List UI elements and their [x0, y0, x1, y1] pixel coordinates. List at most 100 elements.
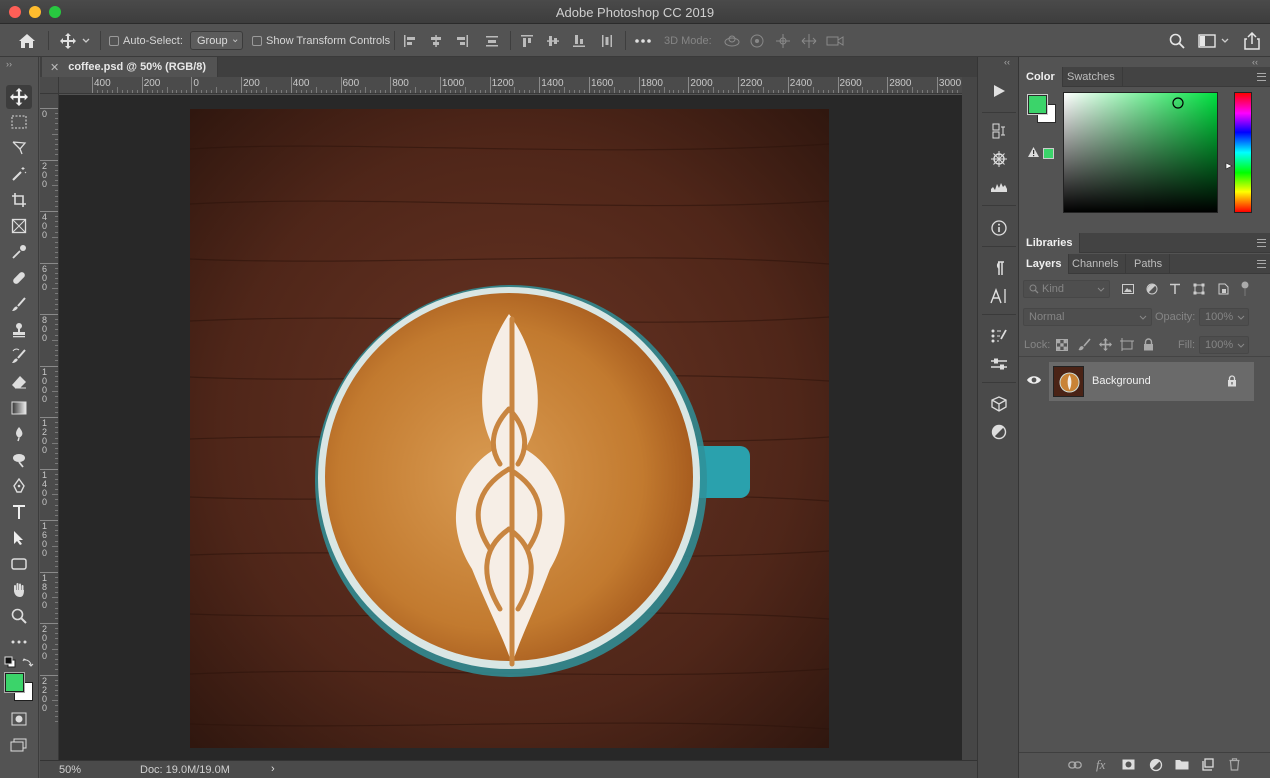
color-picker-field[interactable]: [1063, 92, 1218, 213]
more-options-button[interactable]: [634, 24, 652, 57]
path-selection-tool[interactable]: [6, 526, 32, 550]
lock-artboard-button[interactable]: [1120, 338, 1134, 351]
align-left-edges-button[interactable]: [403, 24, 417, 57]
layer-lock-icon[interactable]: [1227, 375, 1237, 387]
type-tool[interactable]: [6, 500, 32, 524]
frame-tool[interactable]: [6, 214, 32, 238]
vertical-ruler[interactable]: 0 2 0 0 4 0 0 6 0 0 8 0 0 1 0 0 0 1 2 0 0 1 4 0…: [40, 94, 59, 760]
blend-mode-dropdown[interactable]: Normal: [1023, 308, 1152, 326]
rectangular-marquee-tool[interactable]: [6, 110, 32, 134]
filter-adjustment-layers-button[interactable]: [1146, 283, 1158, 295]
close-tab-icon[interactable]: ✕: [50, 61, 59, 74]
align-vertical-centers-button[interactable]: [546, 24, 560, 57]
tab-paths[interactable]: Paths: [1127, 254, 1171, 274]
layer-visibility-toggle[interactable]: [1026, 374, 1042, 386]
new-layer-button[interactable]: [1202, 758, 1214, 771]
distribute-vertical-button[interactable]: [485, 24, 499, 57]
swap-colors-button[interactable]: [22, 656, 34, 668]
delete-layer-button[interactable]: [1229, 758, 1240, 771]
workspace-switcher-button[interactable]: [1198, 24, 1230, 57]
filter-toggle[interactable]: [1240, 281, 1250, 297]
horizontal-ruler[interactable]: 400 200 0 200 400 600 800 1000 1200 1400 1600 1800 2…: [59, 77, 962, 94]
opacity-input[interactable]: 100%: [1199, 308, 1249, 326]
gradient-tool[interactable]: [6, 396, 32, 420]
clone-stamp-tool[interactable]: [6, 318, 32, 342]
hue-slider[interactable]: [1234, 92, 1252, 213]
actions-panel-button[interactable]: [987, 80, 1011, 102]
filter-shape-layers-button[interactable]: [1193, 283, 1205, 295]
tab-libraries[interactable]: Libraries: [1019, 233, 1081, 253]
history-brush-tool[interactable]: [6, 344, 32, 368]
character-panel-button[interactable]: [987, 285, 1011, 307]
document-image[interactable]: [190, 109, 829, 748]
3d-panel-button[interactable]: [987, 393, 1011, 415]
adjustments-panel-button[interactable]: [987, 353, 1011, 375]
auto-select-checkbox[interactable]: Auto-Select:: [109, 24, 183, 57]
navigator-panel-button[interactable]: [987, 148, 1011, 170]
properties-panel-button[interactable]: [987, 421, 1011, 443]
new-adjustment-layer-button[interactable]: [1149, 758, 1163, 772]
auto-select-dropdown[interactable]: Group: [190, 24, 243, 57]
pen-tool[interactable]: [6, 474, 32, 498]
hue-slider-thumb[interactable]: [1225, 162, 1233, 170]
crop-tool[interactable]: [6, 188, 32, 212]
3d-slide-button[interactable]: [800, 24, 818, 57]
blur-tool[interactable]: [6, 422, 32, 446]
status-menu-arrow-icon[interactable]: ›: [271, 763, 275, 775]
align-top-edges-button[interactable]: [520, 24, 534, 57]
out-of-gamut-warning-icon[interactable]: [1027, 146, 1040, 158]
panel-menu-icon[interactable]: [1257, 239, 1266, 247]
distribute-horizontal-button[interactable]: [600, 24, 614, 57]
lock-all-button[interactable]: [1143, 338, 1154, 351]
tab-color[interactable]: Color: [1019, 67, 1063, 87]
filter-smart-objects-button[interactable]: [1217, 283, 1229, 295]
home-button[interactable]: [18, 24, 36, 57]
vertical-scrollbar[interactable]: [962, 77, 977, 760]
brush-tool[interactable]: [6, 292, 32, 316]
rectangle-tool[interactable]: [6, 552, 32, 576]
3d-orbit-button[interactable]: [723, 24, 741, 57]
search-button[interactable]: [1169, 24, 1185, 57]
foreground-color-swatch[interactable]: [4, 672, 25, 693]
layer-style-fx-icon[interactable]: fx: [1096, 757, 1105, 773]
align-bottom-edges-button[interactable]: [572, 24, 586, 57]
eraser-tool[interactable]: [6, 370, 32, 394]
spot-healing-brush-tool[interactable]: [6, 266, 32, 290]
brush-settings-panel-button[interactable]: [987, 325, 1011, 347]
collapse-panels-icon[interactable]: ‹‹: [1252, 57, 1258, 67]
zoom-level[interactable]: 50%: [59, 764, 81, 776]
layer-item-background[interactable]: Background: [1049, 362, 1254, 401]
zoom-tool[interactable]: [6, 604, 32, 628]
eyedropper-tool[interactable]: [6, 240, 32, 264]
link-layers-button[interactable]: [1068, 760, 1082, 770]
dodge-tool[interactable]: [6, 448, 32, 472]
paragraph-panel-button[interactable]: [987, 257, 1011, 279]
lock-image-pixels-button[interactable]: [1078, 338, 1091, 351]
history-panel-button[interactable]: [987, 120, 1011, 142]
panel-menu-icon[interactable]: [1257, 260, 1266, 268]
share-button[interactable]: [1243, 24, 1261, 57]
lock-transparent-pixels-button[interactable]: [1056, 339, 1068, 351]
layer-filter-kind-dropdown[interactable]: Kind: [1023, 280, 1110, 298]
screen-mode-button[interactable]: [6, 733, 32, 757]
filter-type-layers-button[interactable]: [1169, 283, 1181, 295]
hand-tool[interactable]: [6, 578, 32, 602]
fill-input[interactable]: 100%: [1199, 336, 1249, 354]
show-transform-controls-checkbox[interactable]: Show Transform Controls: [252, 24, 390, 57]
3d-scale-button[interactable]: [826, 24, 844, 57]
lasso-tool[interactable]: [6, 136, 32, 160]
3d-pan-button[interactable]: [775, 24, 791, 57]
filter-pixel-layers-button[interactable]: [1122, 283, 1134, 295]
magic-wand-tool[interactable]: [6, 162, 32, 186]
document-tab[interactable]: ✕ coffee.psd @ 50% (RGB/8): [42, 57, 218, 77]
collapse-dock-icon[interactable]: ‹‹: [1004, 57, 1010, 67]
align-right-edges-button[interactable]: [455, 24, 469, 57]
histogram-panel-button[interactable]: [987, 176, 1011, 198]
3d-roll-button[interactable]: [749, 24, 765, 57]
canvas-area[interactable]: [59, 95, 962, 760]
tab-layers[interactable]: Layers: [1019, 254, 1070, 274]
lock-position-button[interactable]: [1099, 338, 1112, 351]
gamut-color-swatch[interactable]: [1043, 148, 1054, 159]
info-panel-button[interactable]: [987, 217, 1011, 239]
move-tool[interactable]: [6, 85, 32, 109]
